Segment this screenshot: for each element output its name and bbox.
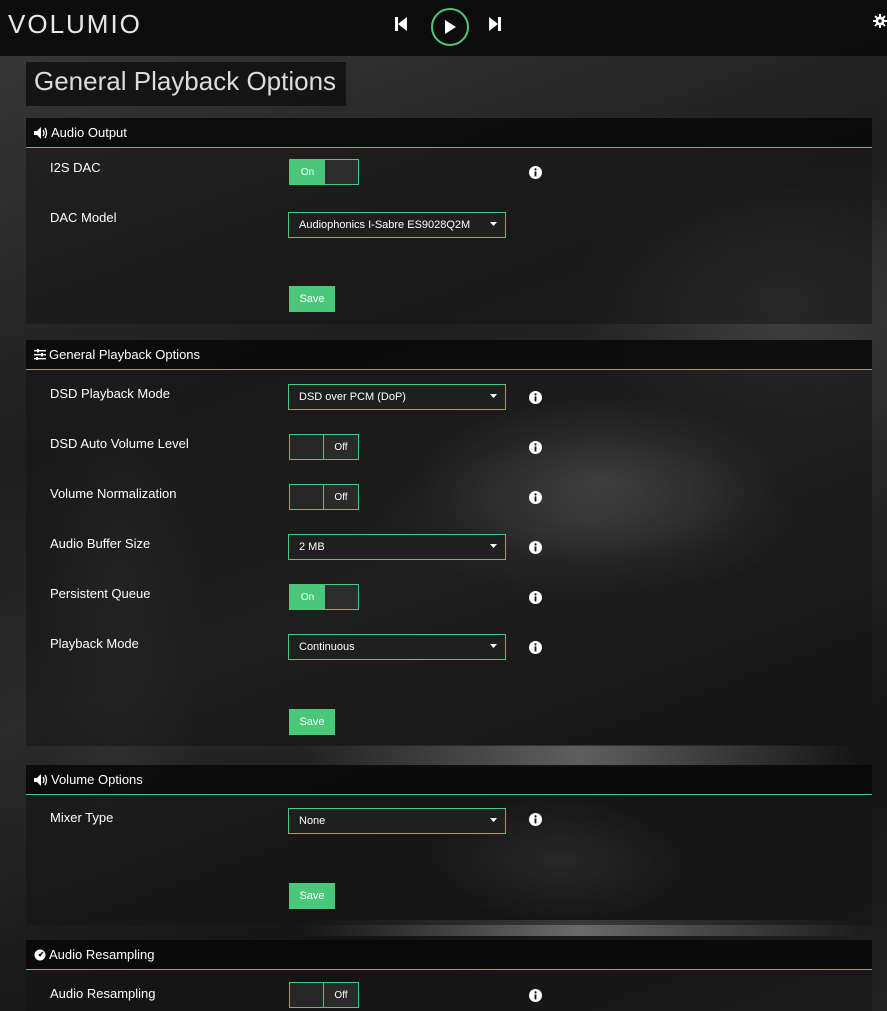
info-icon bbox=[529, 391, 542, 404]
info-icon bbox=[529, 813, 542, 826]
caret-down-icon bbox=[490, 394, 497, 398]
info-mixer-type[interactable] bbox=[529, 813, 542, 831]
caret-down-icon bbox=[490, 644, 497, 648]
section-title: General Playback Options bbox=[49, 347, 201, 362]
row-label-i2s-dac: I2S DAC bbox=[50, 160, 101, 175]
dsd-playback-mode-select[interactable]: DSD over PCM (DoP) bbox=[288, 384, 506, 410]
info-icon bbox=[529, 491, 542, 504]
skip-previous-button[interactable] bbox=[395, 16, 407, 37]
info-audio-buffer-size[interactable] bbox=[529, 541, 542, 559]
info-dsd-auto-volume[interactable] bbox=[529, 441, 542, 459]
volume-icon bbox=[34, 773, 48, 786]
page-title: General Playback Options bbox=[26, 62, 347, 106]
skip-next-icon bbox=[489, 17, 501, 31]
row-label-volume-normalization: Volume Normalization bbox=[50, 486, 177, 501]
dsd-auto-volume-toggle[interactable]: Off bbox=[289, 434, 359, 460]
toggle-state: Off bbox=[323, 435, 358, 459]
row-label-dsd-playback-mode: DSD Playback Mode bbox=[50, 386, 170, 401]
save-button-audio-output[interactable]: Save bbox=[289, 286, 335, 312]
section-header-volume-options: Volume Options bbox=[26, 765, 872, 795]
info-playback-mode[interactable] bbox=[529, 641, 542, 659]
background-highlight bbox=[300, 745, 860, 767]
volume-normalization-toggle[interactable]: Off bbox=[289, 484, 359, 510]
info-icon bbox=[529, 541, 542, 554]
info-dsd-playback-mode[interactable] bbox=[529, 391, 542, 409]
volume-icon bbox=[34, 126, 48, 139]
playback-mode-select[interactable]: Continuous bbox=[288, 634, 506, 660]
caret-down-icon bbox=[490, 222, 497, 226]
sliders-icon bbox=[34, 349, 46, 360]
select-value: Audiophonics I-Sabre ES9028Q2M bbox=[299, 219, 471, 231]
row-label-mixer-type: Mixer Type bbox=[50, 810, 114, 825]
toggle-track bbox=[290, 485, 324, 509]
row-label-audio-resampling: Audio Resampling bbox=[50, 986, 156, 1001]
gear-icon bbox=[873, 14, 887, 28]
section-header-audio-output: Audio Output bbox=[26, 118, 872, 148]
info-icon bbox=[529, 641, 542, 654]
info-i2s-dac[interactable] bbox=[529, 166, 542, 184]
play-icon bbox=[445, 20, 456, 34]
info-icon bbox=[529, 989, 542, 1002]
section-header-audio-resampling: Audio Resampling bbox=[26, 940, 872, 970]
audio-buffer-size-select[interactable]: 2 MB bbox=[288, 534, 506, 560]
toggle-state: Off bbox=[323, 983, 358, 1007]
info-icon bbox=[529, 591, 542, 604]
section-header-general-playback: General Playback Options bbox=[26, 340, 872, 370]
volumio-logo: VOLUMIO bbox=[8, 9, 142, 39]
row-label-playback-mode: Playback Mode bbox=[50, 636, 139, 651]
audio-resampling-toggle[interactable]: Off bbox=[289, 982, 359, 1008]
toggle-state: On bbox=[290, 585, 325, 609]
info-persistent-queue[interactable] bbox=[529, 591, 542, 609]
persistent-queue-toggle[interactable]: On bbox=[289, 584, 359, 610]
row-label-persistent-queue: Persistent Queue bbox=[50, 586, 151, 601]
info-icon bbox=[529, 166, 542, 179]
toggle-track bbox=[290, 435, 324, 459]
select-value: 2 MB bbox=[299, 541, 325, 553]
row-label-audio-buffer-size: Audio Buffer Size bbox=[50, 536, 151, 551]
section-title: Audio Resampling bbox=[49, 947, 155, 962]
top-bar: VOLUMIO bbox=[0, 0, 887, 56]
toggle-track bbox=[323, 585, 358, 609]
info-icon bbox=[529, 441, 542, 454]
section-title: Volume Options bbox=[51, 772, 143, 787]
row-label-dac-model: DAC Model bbox=[50, 210, 117, 225]
settings-button[interactable] bbox=[873, 14, 887, 33]
save-button-general-playback[interactable]: Save bbox=[289, 709, 335, 735]
i2s-dac-toggle[interactable]: On bbox=[289, 159, 359, 185]
skip-next-button[interactable] bbox=[489, 16, 501, 37]
caret-down-icon bbox=[490, 818, 497, 822]
section-title: Audio Output bbox=[51, 125, 127, 140]
row-label-dsd-auto-volume: DSD Auto Volume Level bbox=[50, 436, 189, 451]
info-audio-resampling[interactable] bbox=[529, 989, 542, 1007]
dashboard-icon bbox=[34, 949, 46, 960]
select-value: None bbox=[299, 815, 326, 827]
dac-model-select[interactable]: Audiophonics I-Sabre ES9028Q2M bbox=[288, 212, 506, 238]
save-button-volume-options[interactable]: Save bbox=[289, 883, 335, 909]
select-value: Continuous bbox=[299, 641, 355, 653]
select-value: DSD over PCM (DoP) bbox=[299, 391, 406, 403]
caret-down-icon bbox=[490, 544, 497, 548]
play-button[interactable] bbox=[431, 8, 469, 46]
info-volume-normalization[interactable] bbox=[529, 491, 542, 509]
skip-previous-icon bbox=[395, 17, 407, 31]
toggle-state: Off bbox=[323, 485, 358, 509]
mixer-type-select[interactable]: None bbox=[288, 808, 506, 834]
toggle-track bbox=[323, 160, 358, 184]
toggle-state: On bbox=[290, 160, 325, 184]
toggle-track bbox=[290, 983, 324, 1007]
